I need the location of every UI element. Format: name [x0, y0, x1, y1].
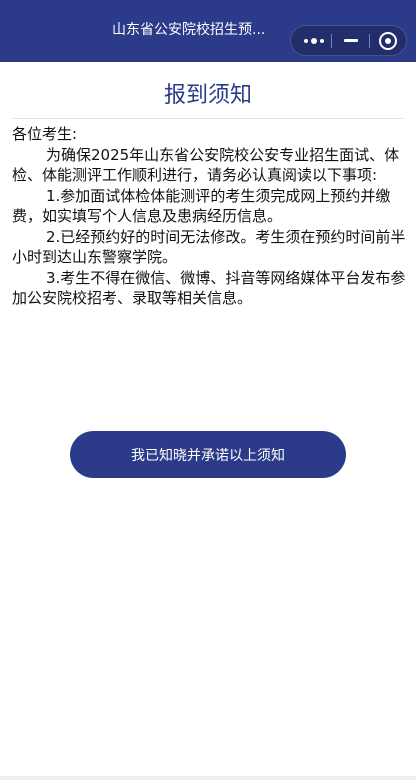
miniprogram-capsule: [290, 25, 407, 56]
minimize-icon: [344, 39, 358, 42]
notice-paragraph: 为确保2025年山东省公安院校公安专业招生面试、体检、体能测评工作顺利进行，请务…: [12, 145, 400, 185]
page-title: 报到须知: [163, 83, 252, 108]
nav-title: 山东省公安院校招生预...: [112, 22, 266, 38]
title-divider: [12, 118, 404, 119]
more-button[interactable]: [295, 26, 333, 55]
notice-item-3: 3.考生不得在微信、微博、抖音等网络媒体平台发布参加公安院校招考、录取等相关信息…: [12, 268, 406, 308]
confirm-button[interactable]: 我已知晓并承诺以上须知: [70, 431, 346, 478]
bottom-edge: [0, 776, 416, 780]
notice-content: 各位考生: 为确保2025年山东省公安院校公安专业招生面试、体检、体能测评工作顺…: [12, 124, 408, 309]
close-button[interactable]: [369, 26, 407, 55]
minimize-button[interactable]: [332, 26, 370, 55]
navigation-bar: 山东省公安院校招生预...: [0, 0, 416, 62]
close-target-icon: [379, 31, 397, 50]
greeting: 各位考生:: [12, 125, 78, 143]
notice-item-1: 1.参加面试体检体能测评的考生须完成网上预约并缴费，如实填写个人信息及患病经历信…: [12, 186, 391, 226]
more-icon: [304, 37, 324, 44]
notice-item-2: 2.已经预约好的时间无法修改。考生须在预约时间前半小时到达山东警察学院。: [12, 227, 406, 267]
page: 山东省公安院校招生预... 报到须知 各位考生: 为确保2025年山东省公安院校…: [0, 0, 416, 780]
